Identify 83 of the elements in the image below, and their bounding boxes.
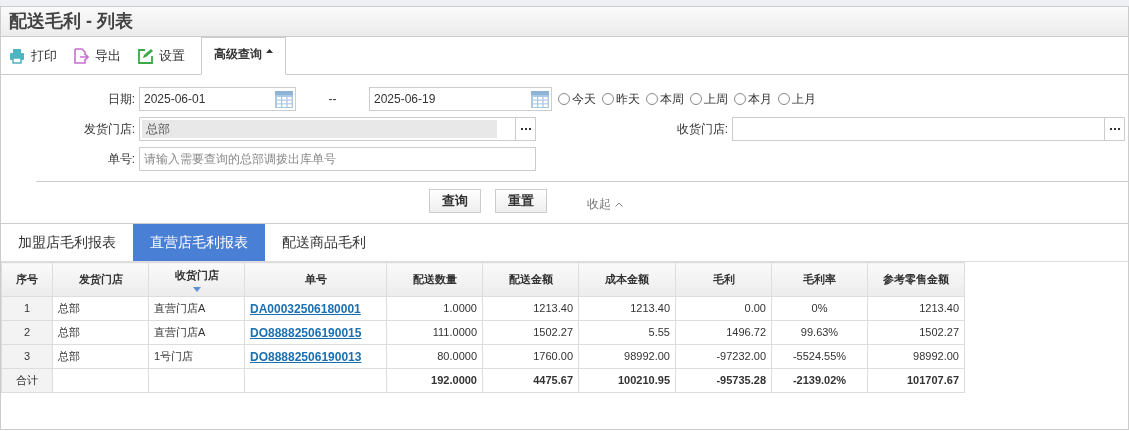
radio-option[interactable]: 今天 — [558, 90, 596, 108]
table-cell: 总部 — [52, 296, 149, 321]
form-button[interactable]: 重置 — [495, 189, 547, 213]
edit-icon — [137, 47, 153, 64]
form-button[interactable]: 查询 — [429, 189, 481, 213]
table-cell: 总部 — [52, 344, 149, 369]
radio-option[interactable]: 昨天 — [602, 90, 640, 108]
radio-option[interactable]: 本月 — [734, 90, 772, 108]
table-cell: 合计 — [1, 368, 53, 393]
column-header[interactable]: 成本金额 — [578, 262, 676, 297]
column-header[interactable]: 单号 — [244, 262, 387, 297]
store-field[interactable]: 总部 — [139, 117, 536, 141]
table-cell: 1213.40 — [578, 296, 676, 321]
collapse-link[interactable]: 收起 — [587, 195, 623, 213]
date-separator: -- — [327, 91, 338, 108]
caret-icon — [266, 49, 273, 53]
column-header[interactable]: 毛利 — [675, 262, 772, 297]
table-cell: 1502.27 — [482, 320, 579, 345]
table-cell: 1号门店 — [148, 344, 245, 369]
date-field[interactable]: 2025-06-19 — [369, 87, 552, 111]
table-cell: -5524.55% — [771, 344, 868, 369]
table-cell: 0.00 — [675, 296, 772, 321]
table-cell: 1.0000 — [386, 296, 483, 321]
table-cell: 4475.67 — [482, 368, 579, 393]
column-header[interactable]: 序号 — [1, 262, 53, 297]
toolbar-button[interactable]: 打印 — [9, 45, 57, 66]
radio-button[interactable] — [558, 93, 570, 105]
table-cell: 1213.40 — [482, 296, 579, 321]
table-cell: 1213.40 — [867, 296, 965, 321]
table-cell: 80.0000 — [386, 344, 483, 369]
table-cell: -2139.02% — [771, 368, 868, 393]
column-header-cell[interactable]: 收货门店 — [148, 262, 245, 297]
window-title: 配送毛利 - 列表 — [9, 10, 133, 33]
table-cell: -97232.00 — [675, 344, 772, 369]
radio-option[interactable]: 本周 — [646, 90, 684, 108]
store-field[interactable] — [732, 117, 1125, 141]
table-cell: 111.0000 — [386, 320, 483, 345]
table-cell: 192.0000 — [386, 368, 483, 393]
advanced-query-tab[interactable]: 高级查询 — [201, 37, 286, 75]
field-label: 单号: — [106, 151, 136, 168]
field-label: 发货门店: — [82, 121, 136, 138]
table-cell: -95735.28 — [675, 368, 772, 393]
table-cell: 2 — [1, 320, 53, 345]
table-cell: 总部 — [52, 320, 149, 345]
export-icon — [73, 47, 89, 64]
header-label: 收货门店 — [174, 268, 219, 284]
calendar-icon[interactable] — [274, 89, 294, 109]
column-header[interactable]: 配送数量 — [386, 262, 483, 297]
table-cell: 98992.00 — [578, 344, 676, 369]
column-header[interactable]: 毛利率 — [771, 262, 868, 297]
radio-button[interactable] — [778, 93, 790, 105]
radio-button[interactable] — [602, 93, 614, 105]
table-cell: 0% — [771, 296, 868, 321]
column-header[interactable]: 配送金额 — [482, 262, 579, 297]
table-cell: 100210.95 — [578, 368, 676, 393]
printer-icon — [9, 47, 25, 64]
radio-option[interactable]: 上周 — [690, 90, 728, 108]
table-cell: 5.55 — [578, 320, 676, 345]
table-cell: 直营门店A — [148, 320, 245, 345]
table-cell: 3 — [1, 344, 53, 369]
table-cell: 99.63% — [771, 320, 868, 345]
table-cell: 1496.72 — [675, 320, 772, 345]
table-cell: 直营门店A — [148, 296, 245, 321]
date-field[interactable]: 2025-06-01 — [139, 87, 296, 111]
field-label: 日期: — [106, 91, 136, 108]
radio-button[interactable] — [734, 93, 746, 105]
table-cell: 1 — [1, 296, 53, 321]
radio-button[interactable] — [690, 93, 702, 105]
report-tab[interactable]: 直营店毛利报表 — [133, 224, 265, 261]
field-label: 收货门店: — [675, 121, 729, 138]
column-header[interactable]: 参考零售金额 — [867, 262, 965, 297]
table-cell: 1760.00 — [482, 344, 579, 369]
calendar-icon[interactable] — [530, 89, 550, 109]
chevron-up-icon — [615, 201, 623, 207]
order-number-field[interactable]: 请输入需要查询的总部调拨出库单号 — [139, 147, 536, 171]
table-cell: 101707.67 — [867, 368, 965, 393]
toolbar-button[interactable]: 设置 — [137, 45, 185, 66]
table-cell: 98992.00 — [867, 344, 965, 369]
table-cell: 1502.27 — [867, 320, 965, 345]
toolbar-button[interactable]: 导出 — [73, 45, 121, 66]
radio-option[interactable]: 上月 — [778, 90, 816, 108]
radio-button[interactable] — [646, 93, 658, 105]
column-header[interactable]: 发货门店 — [52, 262, 149, 297]
